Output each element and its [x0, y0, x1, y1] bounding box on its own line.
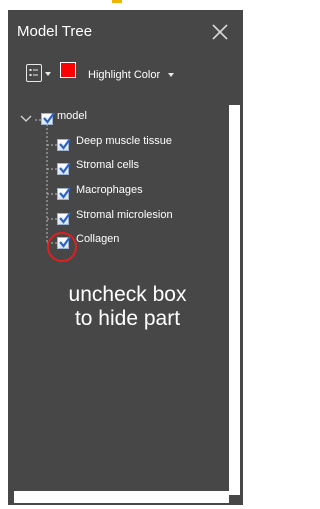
tree-item-stromal-cells[interactable]: Stromal cells — [57, 158, 187, 176]
checkbox[interactable] — [57, 212, 71, 225]
tree-connector-lines — [35, 119, 57, 244]
checkmark-icon — [59, 187, 71, 199]
tree-item-label: Stromal cells — [76, 159, 139, 171]
checkbox[interactable] — [41, 112, 55, 125]
checkbox[interactable] — [57, 187, 71, 200]
annotation-text: uncheck box to hide part — [20, 283, 235, 331]
checkbox[interactable] — [57, 138, 71, 151]
tree-item-label: model — [57, 110, 87, 122]
annotation-line-2: to hide part — [74, 307, 181, 330]
checkmark-icon — [59, 162, 71, 174]
annotation-line-1: uncheck box — [68, 283, 187, 306]
tree-item-deep-muscle-tissue[interactable]: Deep muscle tissue — [57, 134, 187, 152]
checkmark-icon — [59, 212, 71, 224]
checkmark-icon — [59, 138, 71, 150]
tree-item-label: Stromal microlesion — [76, 209, 173, 221]
annotation-highlight-circle — [47, 232, 77, 262]
tree-item-label: Collagen — [76, 233, 120, 245]
checkbox[interactable] — [57, 162, 71, 175]
tree-item-stromal-microlesion[interactable]: Stromal microlesion — [57, 208, 187, 226]
tree-item-label: Macrophages — [76, 184, 143, 196]
tree-item-macrophages[interactable]: Macrophages — [57, 183, 187, 201]
tree-root-model[interactable]: model — [20, 109, 140, 127]
expand-chevron-icon[interactable] — [20, 115, 32, 123]
tree-item-label: Deep muscle tissue — [76, 135, 172, 147]
checkmark-icon — [43, 112, 55, 124]
